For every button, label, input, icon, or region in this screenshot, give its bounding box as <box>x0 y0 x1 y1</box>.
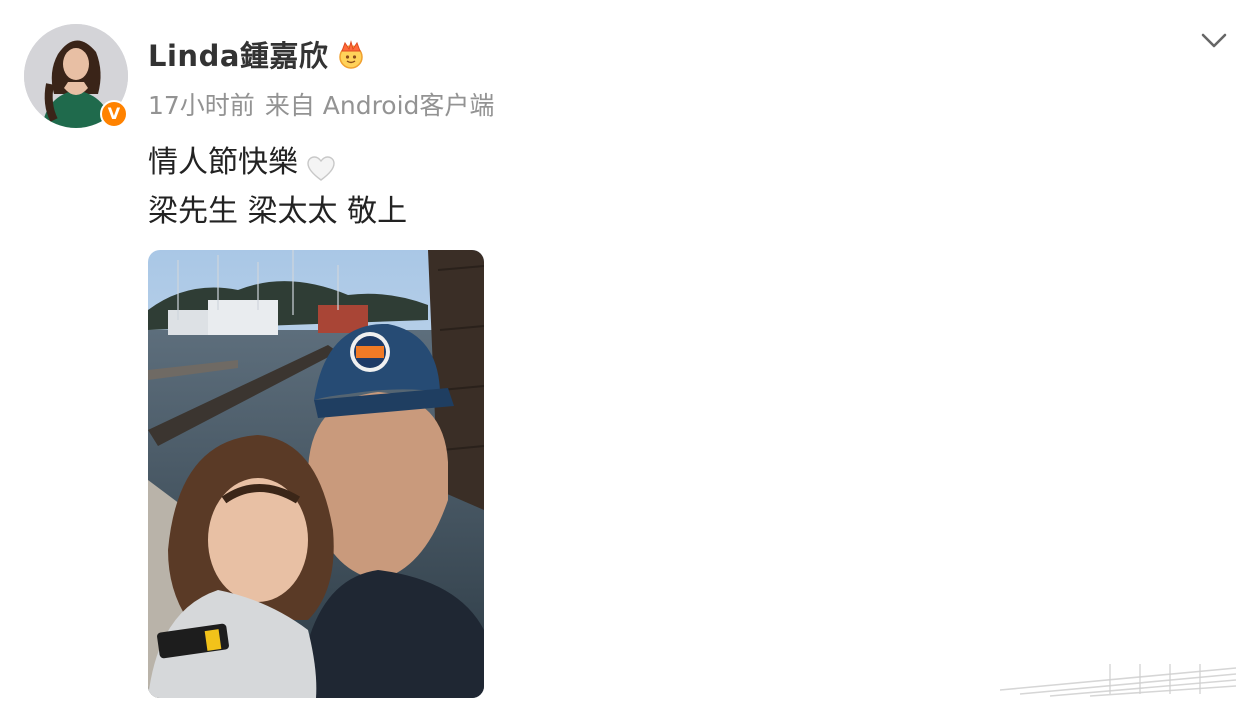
crown-icon[interactable] <box>336 39 366 69</box>
post-text-line-2: 梁先生 梁太太 敬上 <box>148 187 407 236</box>
signature-text: 梁先生 梁太太 敬上 <box>148 194 408 229</box>
post-text: 情人節快樂 梁先生 梁太太 敬上 <box>148 138 407 236</box>
post-source: 来自 Android客户端 <box>264 91 495 120</box>
verified-badge: V <box>100 100 128 128</box>
greeting-text: 情人節快樂 <box>148 145 298 180</box>
white-heart-icon <box>306 149 336 181</box>
post-photo[interactable] <box>148 250 484 698</box>
author-name[interactable]: Linda鍾嘉欣 <box>148 33 328 75</box>
weibo-post: V Linda鍾嘉欣 17小时前 来自 Android客户端 情人節快樂 梁先生… <box>0 0 1246 708</box>
watermark-logo <box>999 660 1237 698</box>
chevron-down-icon[interactable] <box>1198 26 1230 54</box>
post-text-line-1: 情人節快樂 <box>148 138 407 187</box>
post-time: 17小时前 <box>148 91 255 120</box>
author-row: Linda鍾嘉欣 <box>148 34 366 74</box>
avatar[interactable]: V <box>24 24 128 128</box>
post-meta: 17小时前 来自 Android客户端 <box>148 86 494 122</box>
